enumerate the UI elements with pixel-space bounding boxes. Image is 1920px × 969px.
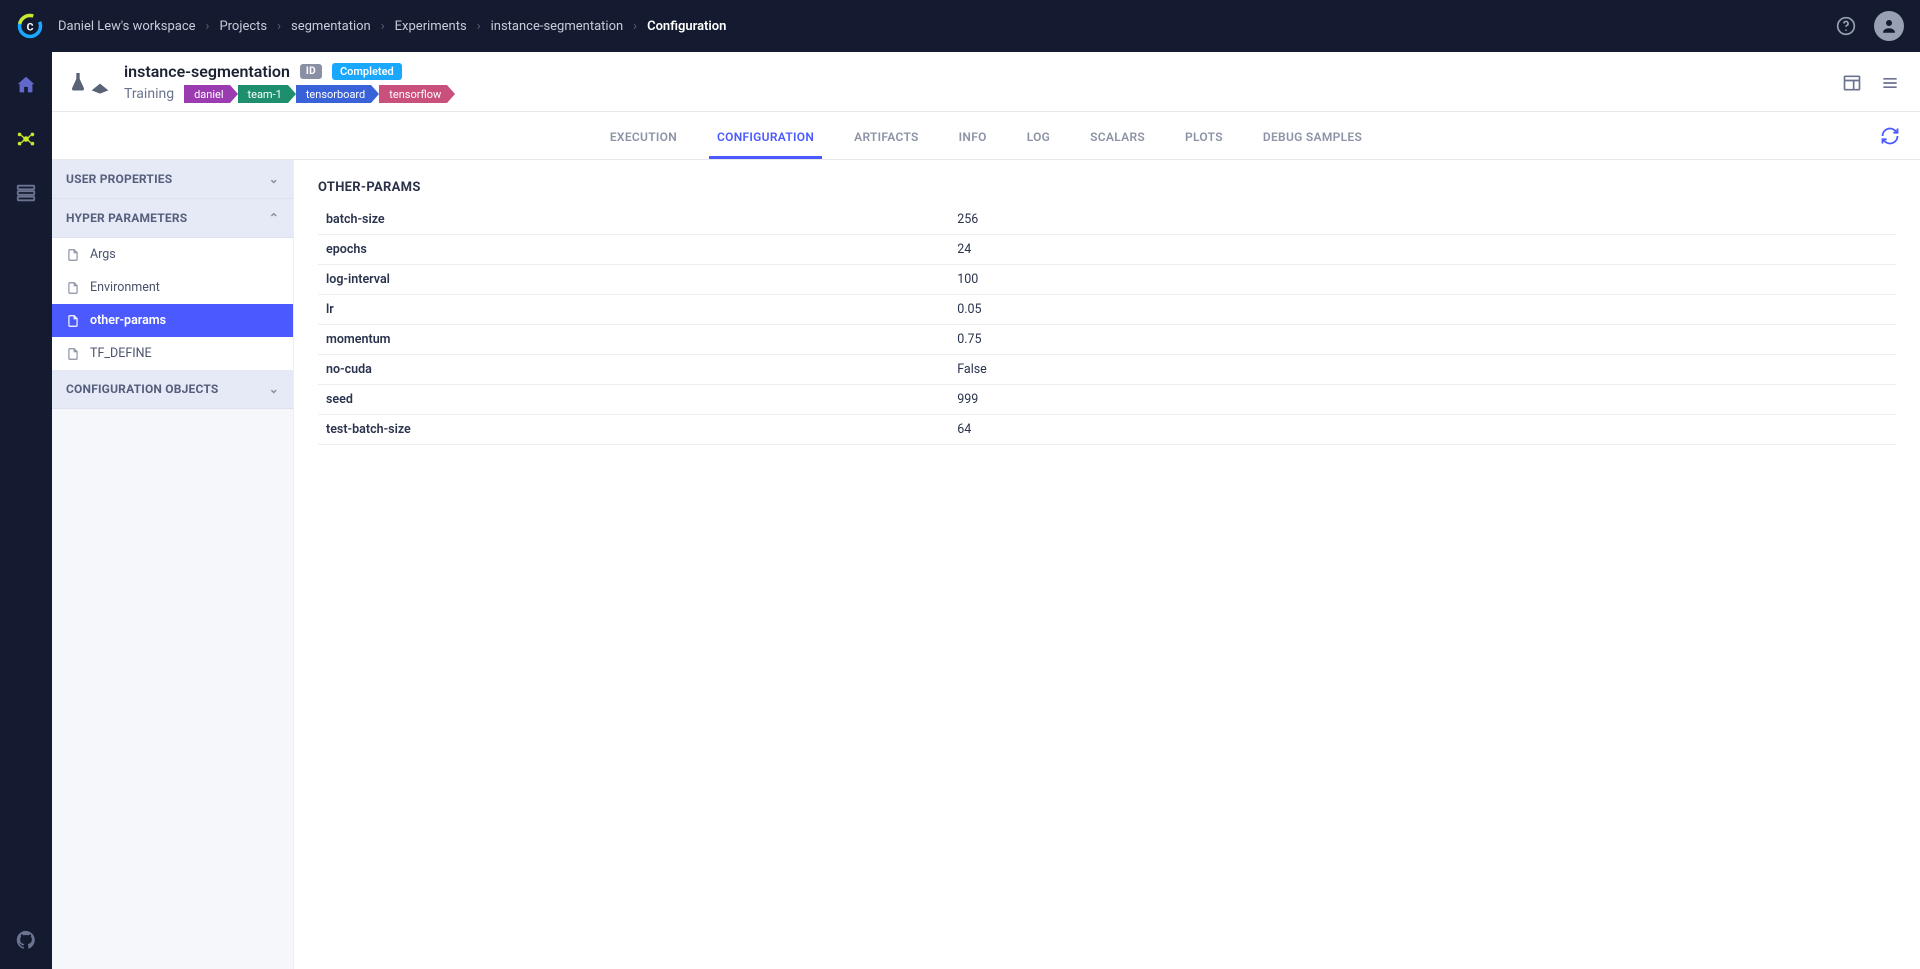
chevron-down-icon: ⌄: [269, 172, 279, 186]
param-row[interactable]: log-interval100: [318, 265, 1896, 295]
param-key: lr: [318, 295, 949, 325]
servers-icon[interactable]: [15, 182, 37, 204]
tab-scalars[interactable]: SCALARS: [1090, 114, 1145, 158]
experiments-icon[interactable]: [15, 128, 37, 150]
sidebar-item-environment[interactable]: Environment: [52, 271, 293, 304]
param-value: 0.05: [949, 295, 1896, 325]
svg-text:C: C: [27, 20, 34, 33]
param-value: 24: [949, 235, 1896, 265]
tab-execution[interactable]: EXECUTION: [610, 114, 677, 158]
param-row[interactable]: momentum0.75: [318, 325, 1896, 355]
user-avatar[interactable]: [1874, 11, 1904, 41]
param-row[interactable]: seed999: [318, 385, 1896, 415]
breadcrumb-item[interactable]: Configuration: [647, 19, 726, 34]
param-row[interactable]: epochs24: [318, 235, 1896, 265]
breadcrumb-item[interactable]: segmentation: [291, 19, 371, 34]
param-row[interactable]: no-cudaFalse: [318, 355, 1896, 385]
chevron-up-icon: ⌃: [269, 211, 279, 225]
param-value: 256: [949, 205, 1896, 235]
sidebar-item-label: Args: [90, 247, 116, 262]
tag[interactable]: tensorboard: [296, 85, 371, 103]
config-sidebar: USER PROPERTIES ⌄ HYPER PARAMETERS ⌃ Args Env…: [52, 160, 294, 969]
chevron-down-icon: ⌄: [269, 382, 279, 396]
left-rail: [0, 52, 52, 969]
param-value: 0.75: [949, 325, 1896, 355]
status-badge: Completed: [332, 63, 402, 80]
breadcrumbs: Daniel Lew's workspace › Projects › segmenta…: [58, 19, 726, 34]
tag[interactable]: team-1: [238, 85, 288, 103]
param-row[interactable]: lr0.05: [318, 295, 1896, 325]
panel-title: OTHER-PARAMS: [318, 180, 1896, 195]
param-key: seed: [318, 385, 949, 415]
sidebar-item-args[interactable]: Args: [52, 238, 293, 271]
breadcrumb-item[interactable]: Experiments: [395, 19, 467, 34]
home-icon[interactable]: [15, 74, 37, 96]
param-value: False: [949, 355, 1896, 385]
file-icon: [66, 248, 80, 262]
breadcrumb-item[interactable]: instance-segmentation: [491, 19, 624, 34]
menu-icon[interactable]: [1880, 73, 1900, 93]
chevron-right-icon: ›: [477, 19, 481, 34]
param-key: test-batch-size: [318, 415, 949, 445]
help-icon[interactable]: [1836, 16, 1856, 36]
breadcrumb-item[interactable]: Projects: [219, 19, 267, 34]
sidebar-item-label: TF_DEFINE: [90, 346, 152, 361]
refresh-icon[interactable]: [1880, 126, 1900, 146]
param-key: no-cuda: [318, 355, 949, 385]
top-bar: C Daniel Lew's workspace › Projects › segmen…: [0, 0, 1920, 52]
experiment-type-icons: [68, 71, 110, 95]
sidebar-item-label: Environment: [90, 280, 160, 295]
file-icon: [66, 314, 80, 328]
param-value: 64: [949, 415, 1896, 445]
param-key: epochs: [318, 235, 949, 265]
param-value: 999: [949, 385, 1896, 415]
file-icon: [66, 281, 80, 295]
params-panel: OTHER-PARAMS batch-size256epochs24log-in…: [294, 160, 1920, 969]
sidebar-section-user-properties[interactable]: USER PROPERTIES ⌄: [52, 160, 293, 199]
sidebar-section-label: HYPER PARAMETERS: [66, 211, 187, 225]
tab-bar: EXECUTION CONFIGURATION ARTIFACTS INFO LOG SC…: [52, 112, 1920, 160]
tab-artifacts[interactable]: ARTIFACTS: [854, 114, 919, 158]
param-row[interactable]: batch-size256: [318, 205, 1896, 235]
config-area: USER PROPERTIES ⌄ HYPER PARAMETERS ⌃ Args Env…: [52, 160, 1920, 969]
main-area: instance-segmentation ID Completed Train…: [0, 52, 1920, 969]
sidebar-section-configuration-objects[interactable]: CONFIGURATION OBJECTS ⌄: [52, 370, 293, 409]
layout-icon[interactable]: [1842, 73, 1862, 93]
sidebar-section-hyper-parameters[interactable]: HYPER PARAMETERS ⌃: [52, 199, 293, 238]
chevron-right-icon: ›: [633, 19, 637, 34]
tab-log[interactable]: LOG: [1027, 114, 1050, 158]
sidebar-section-label: CONFIGURATION OBJECTS: [66, 382, 218, 396]
param-key: log-interval: [318, 265, 949, 295]
sidebar-item-tf-define[interactable]: TF_DEFINE: [52, 337, 293, 370]
tab-debug-samples[interactable]: DEBUG SAMPLES: [1263, 114, 1362, 158]
param-row[interactable]: test-batch-size64: [318, 415, 1896, 445]
tab-info[interactable]: INFO: [959, 114, 987, 158]
tag-strip: daniel team-1 tensorboard tensorflow: [184, 85, 455, 103]
tag[interactable]: daniel: [184, 85, 229, 103]
top-bar-right: [1836, 11, 1904, 41]
tab-configuration[interactable]: CONFIGURATION: [717, 114, 814, 158]
top-bar-left: C Daniel Lew's workspace › Projects › segmen…: [16, 12, 726, 40]
app-logo[interactable]: C: [16, 12, 44, 40]
tab-plots[interactable]: PLOTS: [1185, 114, 1223, 158]
id-badge[interactable]: ID: [300, 64, 322, 79]
sidebar-section-label: USER PROPERTIES: [66, 172, 172, 186]
chevron-right-icon: ›: [381, 19, 385, 34]
content-area: instance-segmentation ID Completed Train…: [52, 52, 1920, 969]
tag[interactable]: tensorflow: [379, 85, 447, 103]
file-icon: [66, 347, 80, 361]
breadcrumb-item[interactable]: Daniel Lew's workspace: [58, 19, 196, 34]
chevron-right-icon: ›: [277, 19, 281, 34]
sidebar-item-other-params[interactable]: other-params: [52, 304, 293, 337]
param-key: batch-size: [318, 205, 949, 235]
param-value: 100: [949, 265, 1896, 295]
experiment-type-label: Training: [124, 86, 174, 102]
experiment-title: instance-segmentation: [124, 62, 290, 81]
experiment-header: instance-segmentation ID Completed Train…: [52, 52, 1920, 112]
sidebar-item-label: other-params: [90, 313, 166, 328]
chevron-right-icon: ›: [206, 19, 210, 34]
github-icon[interactable]: [15, 929, 37, 951]
param-key: momentum: [318, 325, 949, 355]
params-table: batch-size256epochs24log-interval100lr0.…: [318, 205, 1896, 445]
